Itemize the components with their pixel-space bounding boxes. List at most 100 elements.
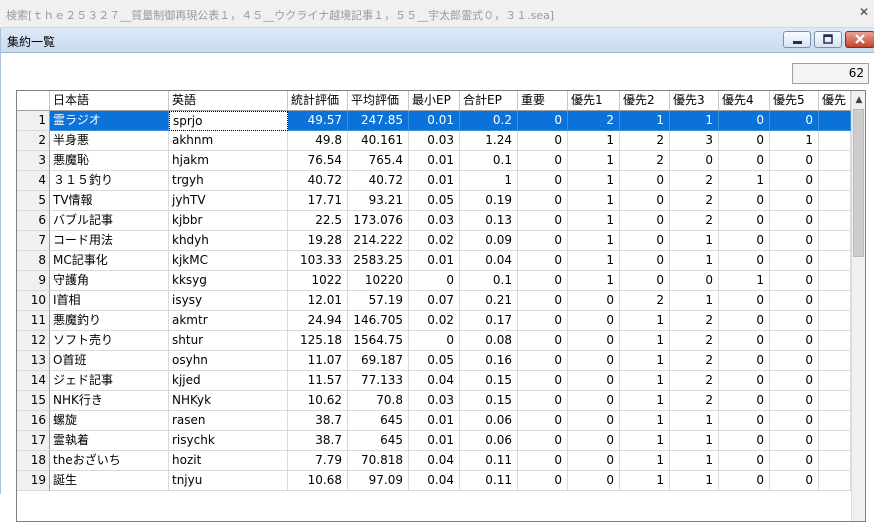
table-cell[interactable]: 69.187 <box>348 351 409 371</box>
table-cell[interactable]: 0 <box>620 231 670 251</box>
table-cell[interactable] <box>819 111 851 131</box>
table-cell[interactable] <box>819 151 851 171</box>
table-cell[interactable]: ソフト売り <box>50 331 169 351</box>
table-cell[interactable]: kjjed <box>169 371 288 391</box>
table-cell[interactable]: NHK行き <box>50 391 169 411</box>
row-number[interactable]: 6 <box>17 211 50 231</box>
table-cell[interactable]: 1 <box>670 231 719 251</box>
table-cell[interactable]: 1022 <box>288 271 348 291</box>
table-cell[interactable] <box>819 231 851 251</box>
table-cell[interactable]: 0.01 <box>409 151 460 171</box>
table-cell[interactable]: 3 <box>670 131 719 151</box>
table-cell[interactable]: 0 <box>568 291 620 311</box>
table-cell[interactable]: 645 <box>348 431 409 451</box>
table-cell[interactable]: 0 <box>568 391 620 411</box>
table-cell[interactable]: 70.8 <box>348 391 409 411</box>
table-cell[interactable]: 0 <box>568 331 620 351</box>
table-cell[interactable]: 0 <box>770 311 819 331</box>
table-cell[interactable]: 0 <box>719 331 770 351</box>
table-cell[interactable]: 0 <box>719 111 770 131</box>
table-cell[interactable]: 2 <box>670 371 719 391</box>
header-corner[interactable] <box>17 91 50 111</box>
table-cell[interactable]: 0 <box>770 291 819 311</box>
table-cell[interactable]: 0.08 <box>460 331 518 351</box>
row-number[interactable]: 14 <box>17 371 50 391</box>
table-cell[interactable]: 0 <box>719 231 770 251</box>
table-cell[interactable]: 0.1 <box>460 151 518 171</box>
table-cell[interactable]: 0 <box>518 351 568 371</box>
table-row[interactable]: 8 MC記事化 kjkMC 103.33 2583.25 0.01 0.04 0 1 0 1 0 0 <box>17 251 851 271</box>
table-cell[interactable]: 0 <box>518 191 568 211</box>
row-number[interactable]: 12 <box>17 331 50 351</box>
table-cell[interactable]: 螺旋 <box>50 411 169 431</box>
table-cell[interactable]: kjkMC <box>169 251 288 271</box>
row-number[interactable]: 2 <box>17 131 50 151</box>
table-cell[interactable] <box>819 431 851 451</box>
table-cell[interactable]: 0.03 <box>409 391 460 411</box>
table-cell[interactable]: 0 <box>770 211 819 231</box>
column-header[interactable]: 優先2 <box>620 91 670 111</box>
table-cell[interactable]: 12.01 <box>288 291 348 311</box>
table-cell[interactable]: 1 <box>620 371 670 391</box>
table-cell[interactable]: khdyh <box>169 231 288 251</box>
table-cell[interactable]: TV情報 <box>50 191 169 211</box>
table-cell[interactable] <box>819 131 851 151</box>
table-cell[interactable]: 0 <box>719 411 770 431</box>
table-cell[interactable]: 0.07 <box>409 291 460 311</box>
table-cell[interactable]: 97.09 <box>348 471 409 491</box>
table-cell[interactable]: 0 <box>518 391 568 411</box>
row-number[interactable]: 15 <box>17 391 50 411</box>
table-cell[interactable]: tnjyu <box>169 471 288 491</box>
table-cell[interactable]: 0 <box>568 371 620 391</box>
column-header[interactable]: 日本語 <box>50 91 169 111</box>
table-cell[interactable] <box>819 351 851 371</box>
table-cell[interactable]: 11.07 <box>288 351 348 371</box>
table-cell[interactable]: 0.11 <box>460 471 518 491</box>
table-cell[interactable]: 22.5 <box>288 211 348 231</box>
table-cell[interactable]: 0 <box>518 431 568 451</box>
table-cell[interactable]: 0.01 <box>409 251 460 271</box>
row-number[interactable]: 18 <box>17 451 50 471</box>
table-cell[interactable]: 0 <box>770 451 819 471</box>
table-cell[interactable]: 1 <box>670 111 719 131</box>
table-cell[interactable]: 0 <box>620 211 670 231</box>
table-cell[interactable] <box>819 211 851 231</box>
table-cell[interactable] <box>819 411 851 431</box>
table-cell[interactable]: 38.7 <box>288 431 348 451</box>
table-cell[interactable]: 40.161 <box>348 131 409 151</box>
table-cell[interactable]: 0 <box>770 191 819 211</box>
table-row[interactable]: 6 バブル記事 kjbbr 22.5 173.076 0.03 0.13 0 1 0 2 0 0 <box>17 211 851 231</box>
table-cell[interactable]: 0 <box>719 291 770 311</box>
table-cell[interactable]: akhnm <box>169 131 288 151</box>
search-bar[interactable]: 検索[ｔｈｅ２５３２７__質量制御再現公表１，４５__ウクライナ越境記事１，５５… <box>0 0 874 28</box>
table-cell[interactable]: 0 <box>770 251 819 271</box>
table-cell[interactable]: 0.17 <box>460 311 518 331</box>
table-cell[interactable]: 0 <box>719 351 770 371</box>
table-cell[interactable]: 0 <box>518 271 568 291</box>
table-cell[interactable]: osyhn <box>169 351 288 371</box>
table-cell[interactable]: 0.04 <box>409 471 460 491</box>
table-cell[interactable]: 0 <box>770 371 819 391</box>
table-row[interactable]: 12 ソフト売り shtur 125.18 1564.75 0 0.08 0 0 1 2 0 0 <box>17 331 851 351</box>
table-cell[interactable]: 1 <box>670 411 719 431</box>
table-cell[interactable]: 0 <box>670 271 719 291</box>
table-cell[interactable]: 103.33 <box>288 251 348 271</box>
table-cell[interactable]: 0 <box>518 111 568 131</box>
table-cell[interactable] <box>819 291 851 311</box>
table-cell[interactable]: 霊ラジオ <box>50 111 169 131</box>
table-cell[interactable]: 0 <box>518 311 568 331</box>
table-cell[interactable]: 0.19 <box>460 191 518 211</box>
table-cell[interactable]: 1 <box>568 171 620 191</box>
minimize-button[interactable] <box>783 31 811 48</box>
table-cell[interactable]: 0.03 <box>409 211 460 231</box>
table-cell[interactable]: 誕生 <box>50 471 169 491</box>
row-number[interactable]: 10 <box>17 291 50 311</box>
table-cell[interactable]: 40.72 <box>288 171 348 191</box>
table-row[interactable]: 19 誕生 tnjyu 10.68 97.09 0.04 0.11 0 0 1 1 0 0 <box>17 471 851 491</box>
table-cell[interactable]: 1 <box>620 311 670 331</box>
table-cell[interactable]: rasen <box>169 411 288 431</box>
table-cell[interactable]: kksyg <box>169 271 288 291</box>
table-cell[interactable]: 70.818 <box>348 451 409 471</box>
table-cell[interactable]: 0 <box>770 431 819 451</box>
table-cell[interactable]: 0 <box>568 451 620 471</box>
